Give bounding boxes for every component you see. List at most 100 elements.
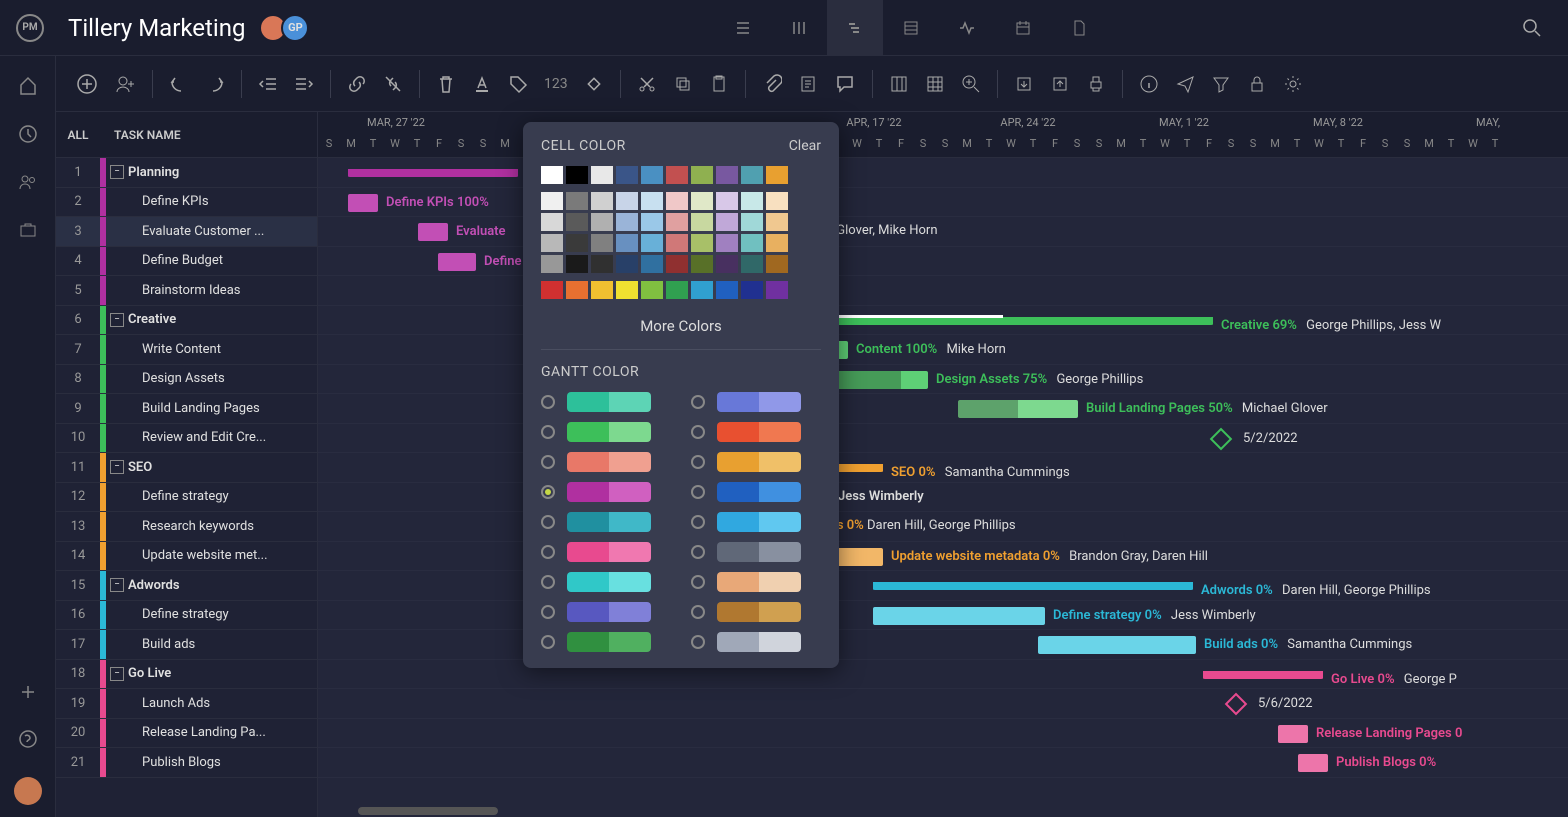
radio-icon[interactable] (541, 635, 555, 649)
gantt-task-bar[interactable]: Publish Blogs 0% (1298, 754, 1328, 772)
task-row[interactable]: 17Build ads (56, 630, 317, 660)
color-swatch[interactable] (741, 234, 763, 252)
outdent-icon[interactable] (258, 74, 278, 94)
color-swatch[interactable] (591, 213, 613, 231)
print-icon[interactable] (1086, 74, 1106, 94)
color-swatch[interactable] (741, 255, 763, 273)
color-swatch[interactable] (641, 166, 663, 184)
gantt-color-option[interactable] (691, 572, 821, 592)
view-gantt-icon[interactable] (827, 0, 883, 56)
task-row[interactable]: 21Publish Blogs (56, 748, 317, 778)
gantt-summary-bar[interactable]: Creative 69% George Phillips, Jess W (823, 317, 1213, 325)
gantt-color-option[interactable] (691, 452, 821, 472)
task-row[interactable]: 13Research keywords (56, 512, 317, 542)
color-swatch[interactable] (616, 192, 638, 210)
color-swatch[interactable] (691, 192, 713, 210)
color-swatch[interactable] (641, 281, 663, 299)
color-swatch[interactable] (766, 234, 788, 252)
color-swatch[interactable] (641, 234, 663, 252)
color-swatch[interactable] (591, 255, 613, 273)
color-swatch[interactable] (566, 281, 588, 299)
color-swatch[interactable] (641, 213, 663, 231)
radio-icon[interactable] (541, 605, 555, 619)
color-swatch[interactable] (666, 166, 688, 184)
color-swatch[interactable] (566, 255, 588, 273)
unlink-icon[interactable] (383, 74, 403, 94)
radio-icon[interactable] (691, 635, 705, 649)
undo-icon[interactable] (169, 74, 189, 94)
task-row[interactable]: 16Define strategy (56, 601, 317, 631)
color-swatch[interactable] (741, 192, 763, 210)
color-swatch[interactable] (716, 234, 738, 252)
task-row[interactable]: 11−SEO (56, 453, 317, 483)
color-swatch[interactable] (541, 234, 563, 252)
collapse-icon[interactable]: − (110, 460, 124, 474)
gantt-task-bar[interactable]: Build Landing Pages 50% Michael Glover (958, 400, 1078, 418)
milestone-icon[interactable] (1225, 693, 1248, 716)
color-swatch[interactable] (566, 192, 588, 210)
add-task-icon[interactable] (76, 73, 98, 95)
color-swatch[interactable] (691, 213, 713, 231)
app-logo[interactable]: PM (16, 14, 44, 42)
view-board-icon[interactable] (771, 0, 827, 56)
color-swatch[interactable] (716, 166, 738, 184)
columns-icon[interactable] (889, 74, 909, 94)
color-swatch[interactable] (691, 234, 713, 252)
view-calendar-icon[interactable] (995, 0, 1051, 56)
view-list-icon[interactable] (715, 0, 771, 56)
paste-icon[interactable] (709, 74, 729, 94)
indent-icon[interactable] (294, 74, 314, 94)
view-file-icon[interactable] (1051, 0, 1107, 56)
gantt-color-option[interactable] (541, 632, 671, 652)
view-activity-icon[interactable] (939, 0, 995, 56)
info-icon[interactable] (1139, 74, 1159, 94)
color-swatch[interactable] (716, 255, 738, 273)
gantt-color-option[interactable] (691, 602, 821, 622)
gantt-task-bar[interactable]: Define strategy 0% Jess Wimberly (873, 607, 1045, 625)
help-icon[interactable] (18, 729, 38, 749)
collapse-icon[interactable]: − (110, 313, 124, 327)
link-icon[interactable] (347, 74, 367, 94)
grid-icon[interactable] (925, 74, 945, 94)
gantt-color-option[interactable] (541, 392, 671, 412)
gantt-color-option[interactable] (541, 602, 671, 622)
color-swatch[interactable] (616, 213, 638, 231)
color-swatch[interactable] (566, 234, 588, 252)
color-swatch[interactable] (591, 166, 613, 184)
task-row[interactable]: 14Update website met... (56, 542, 317, 572)
radio-icon[interactable] (691, 575, 705, 589)
delete-icon[interactable] (436, 74, 456, 94)
add-user-icon[interactable] (114, 73, 136, 95)
color-swatch[interactable] (666, 281, 688, 299)
radio-icon[interactable] (541, 395, 555, 409)
send-icon[interactable] (1175, 74, 1195, 94)
gantt-task-bar[interactable]: Build ads 0% Samantha Cummings (1038, 636, 1196, 654)
gantt-task-bar[interactable]: Release Landing Pages 0 (1278, 725, 1308, 743)
lock-icon[interactable] (1247, 74, 1267, 94)
gantt-color-option[interactable] (691, 542, 821, 562)
radio-icon[interactable] (691, 545, 705, 559)
color-swatch[interactable] (541, 166, 563, 184)
color-swatch[interactable] (541, 213, 563, 231)
color-swatch[interactable] (716, 281, 738, 299)
column-header-all[interactable]: ALL (56, 128, 100, 142)
color-swatch[interactable] (766, 166, 788, 184)
color-swatch[interactable] (716, 192, 738, 210)
color-swatch[interactable] (591, 281, 613, 299)
clear-button[interactable]: Clear (789, 138, 821, 154)
gantt-task-bar[interactable]: Define KPIs 100% (348, 194, 378, 212)
view-sheet-icon[interactable] (883, 0, 939, 56)
task-row[interactable]: 2Define KPIs (56, 188, 317, 218)
tag-icon[interactable] (508, 74, 528, 94)
gantt-color-option[interactable] (541, 572, 671, 592)
color-swatch[interactable] (566, 166, 588, 184)
column-header-name[interactable]: TASK NAME (106, 128, 181, 142)
color-swatch[interactable] (666, 255, 688, 273)
color-swatch[interactable] (616, 234, 638, 252)
comment-icon[interactable] (834, 73, 856, 95)
color-swatch[interactable] (616, 166, 638, 184)
radio-icon[interactable] (691, 605, 705, 619)
task-row[interactable]: 10Review and Edit Cre... (56, 424, 317, 454)
color-swatch[interactable] (716, 213, 738, 231)
gantt-color-option[interactable] (541, 542, 671, 562)
